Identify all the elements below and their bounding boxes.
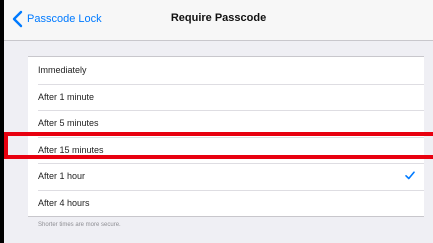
footer-note: Shorter times are more secure.	[38, 222, 121, 228]
option-after-4-hours[interactable]: After 4 hours	[28, 189, 424, 217]
option-label: After 1 hour	[38, 171, 86, 182]
settings-screen: Passcode Lock Require Passcode Immediate…	[4, 0, 433, 243]
navigation-bar: Passcode Lock Require Passcode	[4, 0, 433, 41]
page-title: Require Passcode	[170, 12, 267, 24]
checkmark-icon	[405, 171, 415, 180]
option-label: After 5 minutes	[38, 118, 99, 129]
option-after-5-minutes[interactable]: After 5 minutes	[28, 110, 424, 137]
option-immediately[interactable]: Immediately	[28, 57, 424, 84]
option-label: After 15 minutes	[38, 144, 104, 155]
option-label: After 4 hours	[38, 197, 90, 208]
option-after-15-minutes[interactable]: After 15 minutes	[28, 136, 424, 164]
option-label: After 1 minute	[38, 91, 95, 102]
option-label: Immediately	[38, 65, 87, 76]
option-after-1-minute[interactable]: After 1 minute	[28, 83, 424, 111]
option-after-1-hour[interactable]: After 1 hour	[28, 163, 424, 190]
passcode-options-list: Immediately After 1 minute After 5 minut…	[28, 56, 424, 217]
